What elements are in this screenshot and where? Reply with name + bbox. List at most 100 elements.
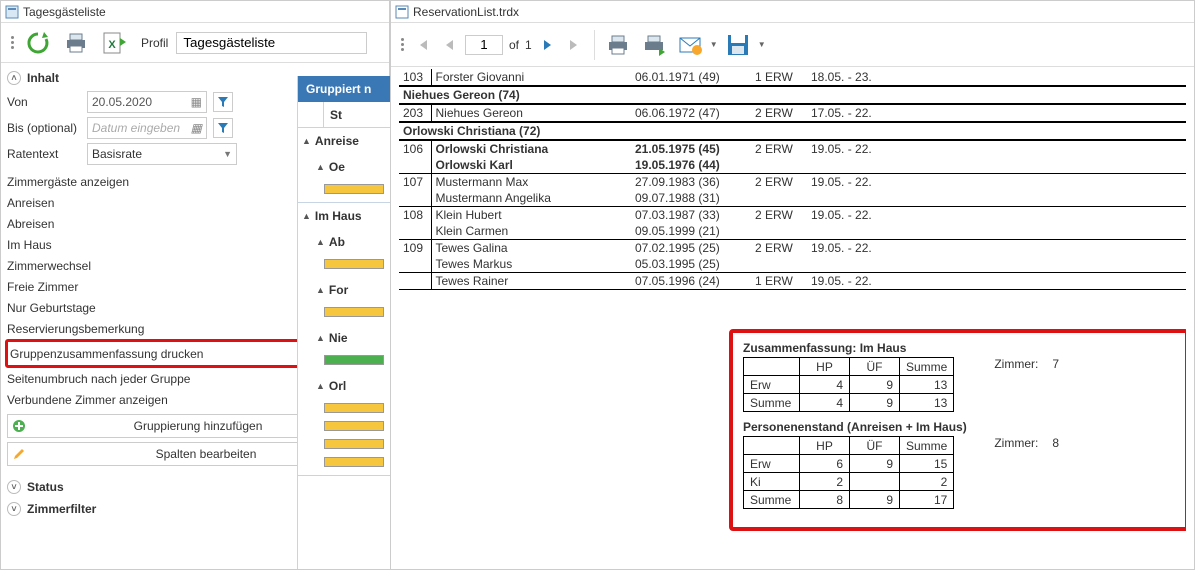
window-title: Tagesgästeliste [23,1,106,23]
chevron-down-icon: ▼ [223,149,232,159]
calendar-icon: ▦ [191,121,202,135]
grid-subgroup-row[interactable]: ▲Orl [298,373,391,399]
summary-title: Personenenstand (Anreisen + Im Haus) [743,420,1175,434]
status-bar [324,421,384,431]
save-button[interactable] [721,28,755,62]
triangle-icon: ▲ [316,162,325,172]
triangle-icon: ▲ [316,237,325,247]
of-label: of [509,38,519,52]
pencil-icon [8,447,30,461]
grid-column-header: St [298,102,391,128]
status-bar [324,439,384,449]
summary-title: Zusammenfassung: Im Haus [743,341,1175,355]
print-button[interactable] [59,26,93,60]
toggle-label: Abreisen [7,217,54,231]
table-row: 108Klein Hubert07.03.1987 (33)2 ERW19.05… [399,207,1186,224]
svg-text:X: X [108,39,116,51]
status-bar [324,307,384,317]
grid-subgroup-row[interactable]: ▲For [298,277,391,303]
status-bar [324,184,384,194]
report-window: ReservationList.trdx of 1 ▼ ▼ 103Forster… [390,0,1195,570]
triangle-icon: ▲ [316,285,325,295]
summary-table-1: HPÜFSummeErw4913Summe4913 [743,357,954,412]
grip-icon[interactable] [397,38,407,51]
chevron-down-icon[interactable]: ▼ [757,40,767,49]
triangle-icon: ▲ [302,136,311,146]
send-mail-button[interactable] [673,28,707,62]
next-page-button[interactable] [534,32,560,58]
chevron-up-icon: ˄ [7,71,21,85]
settings-window: Tagesgästeliste X Profil ˄ Inhalt Von 20… [0,0,390,570]
table-row: 109Tewes Galina07.02.1995 (25)2 ERW19.05… [399,240,1186,257]
print-direct-button[interactable] [637,28,671,62]
profil-label: Profil [141,36,168,50]
grid-subgroup-row[interactable]: ▲Nie [298,325,391,351]
grid-group-row[interactable]: ▲Im Haus [298,203,391,229]
prev-page-button[interactable] [437,32,463,58]
table-row: 203Niehues Gereon06.06.1972 (47)2 ERW17.… [399,104,1186,122]
toggle-label: Zimmergäste anzeigen [7,175,129,189]
status-bar [324,259,384,269]
last-page-button[interactable] [562,32,588,58]
summary-highlight: Zusammenfassung: Im Haus HPÜFSummeErw491… [729,329,1186,531]
toggle-label: Gruppenzusammenfassung drucken [10,347,203,361]
table-row: Orlowski Christiana (72) [399,122,1186,140]
report-icon [395,5,409,19]
status-bar [324,403,384,413]
summary-table-2: HPÜFSummeErw6915Ki22Summe8917 [743,436,954,509]
calendar-icon: ▦ [191,95,202,109]
toggle-label: Nur Geburtstage [7,301,96,315]
export-excel-button[interactable]: X [97,26,131,60]
window-titlebar: ReservationList.trdx [391,1,1194,23]
table-row: 106Orlowski Christiana21.05.1975 (45)2 E… [399,140,1186,157]
toggle-label: Anreisen [7,196,54,210]
print-button[interactable] [601,28,635,62]
toggle-label: Seitenumbruch nach jeder Gruppe [7,372,190,386]
grid-subgroup-row[interactable]: ▲Oe [298,154,391,180]
grip-icon[interactable] [7,36,17,49]
total-pages: 1 [525,38,532,52]
ratentext-select[interactable]: Basisrate ▼ [87,143,237,165]
bis-label: Bis (optional) [7,121,87,135]
page-number-input[interactable] [465,35,503,55]
bis-date-input[interactable]: Datum eingeben ▦ [87,117,207,139]
table-row: Klein Carmen09.05.1999 (21) [399,223,1186,240]
toggle-label: Verbundene Zimmer anzeigen [7,393,168,407]
table-row: 103Forster Giovanni06.01.1971 (49)1 ERW1… [399,69,1186,86]
triangle-icon: ▲ [302,211,311,221]
report-toolbar: of 1 ▼ ▼ [391,23,1194,67]
toggle-label: Zimmerwechsel [7,259,91,273]
grid-group-row[interactable]: ▲Anreise [298,128,391,154]
toggle-label: Freie Zimmer [7,280,78,294]
first-page-button[interactable] [409,32,435,58]
grid-subgroup-row[interactable]: ▲Ab [298,229,391,255]
status-bar [324,457,384,467]
von-label: Von [7,95,87,109]
raten-label: Ratentext [7,147,87,161]
filter-button[interactable] [213,118,233,138]
toggle-label: Reservierungsbemerkung [7,322,144,336]
zimmer-count: Zimmer:8 [994,436,1059,450]
von-date-input[interactable]: 20.05.2020 ▦ [87,91,207,113]
report-page: 103Forster Giovanni06.01.1971 (49)1 ERW1… [399,69,1186,569]
triangle-icon: ▲ [316,381,325,391]
left-toolbar: X Profil [1,23,389,63]
status-bar [324,355,384,365]
table-row: 107Mustermann Max27.09.1983 (36)2 ERW19.… [399,174,1186,191]
table-row: Orlowski Karl19.05.1976 (44) [399,157,1186,174]
refresh-button[interactable] [21,26,55,60]
guest-table: 103Forster Giovanni06.01.1971 (49)1 ERW1… [399,69,1186,290]
window-title: ReservationList.trdx [413,1,519,23]
grid-group-header: Gruppiert n [298,76,391,102]
table-row: Mustermann Angelika09.07.1988 (31) [399,190,1186,207]
filter-button[interactable] [213,92,233,112]
chevron-down-icon: ˅ [7,502,21,516]
plus-icon [8,419,30,433]
profil-input[interactable] [176,32,367,54]
data-grid: Gruppiert n St ▲Anreise ▲Oe ▲Im Haus ▲Ab… [297,76,391,569]
chevron-down-icon[interactable]: ▼ [709,40,719,49]
window-titlebar: Tagesgästeliste [1,1,389,23]
chevron-down-icon: ˅ [7,480,21,494]
triangle-icon: ▲ [316,333,325,343]
table-row: Tewes Rainer07.05.1996 (24)1 ERW19.05. -… [399,273,1186,290]
